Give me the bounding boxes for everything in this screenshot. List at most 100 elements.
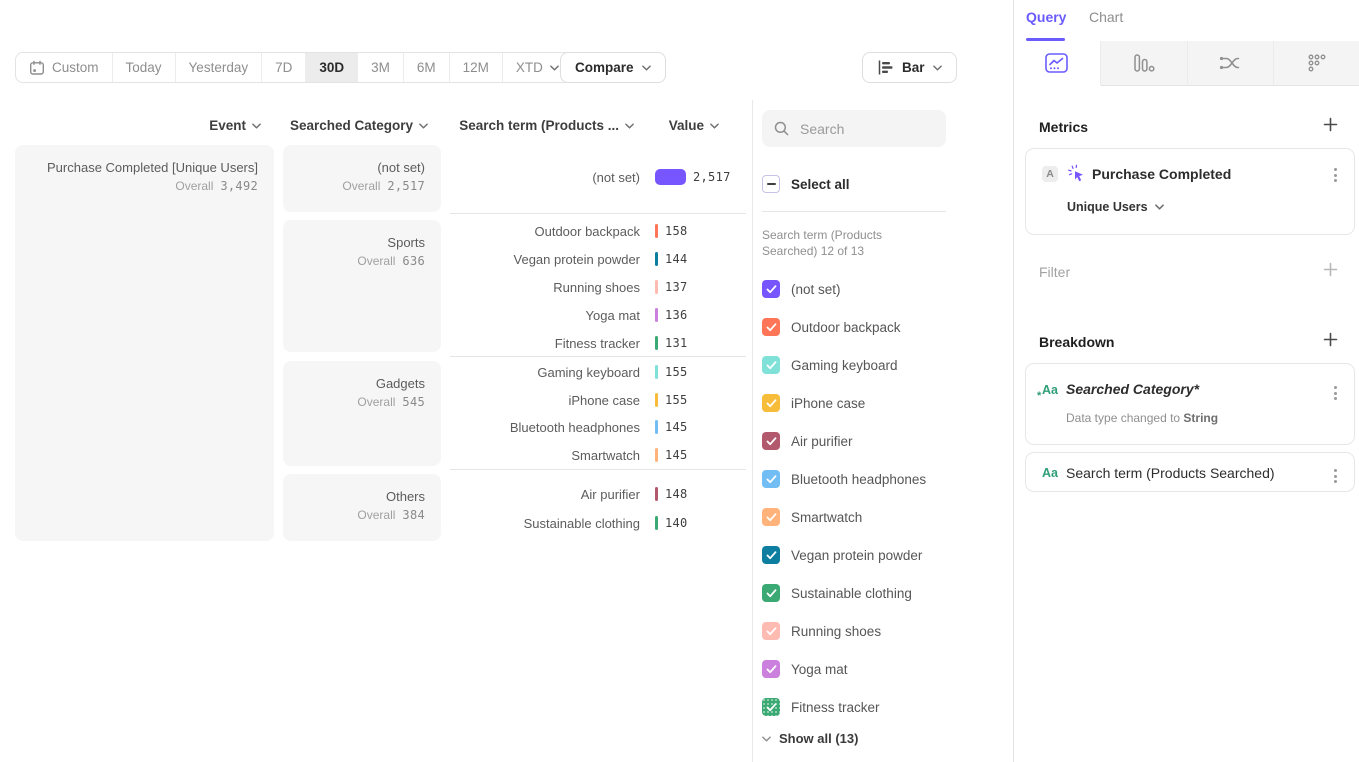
group-divider — [450, 469, 746, 470]
table-row-term: Fitness tracker — [450, 329, 640, 357]
checked-checkbox-icon — [762, 356, 780, 374]
filter-item[interactable]: Fitness tracker — [762, 688, 962, 726]
table-row-value: 144 — [655, 245, 688, 273]
show-all-button[interactable]: Show all (13) — [762, 731, 858, 746]
column-header-searched-category[interactable]: Searched Category — [283, 117, 428, 134]
breakdown-card[interactable]: Aa* Searched Category* Data type changed… — [1025, 363, 1355, 445]
metric-name: Purchase Completed — [1092, 166, 1231, 182]
checked-checkbox-icon — [762, 318, 780, 336]
date-range-7d[interactable]: 7D — [262, 53, 306, 82]
bar-chart-icon — [877, 59, 894, 76]
table-row-value: 137 — [655, 273, 688, 301]
metric-options-kebab-icon[interactable] — [1332, 166, 1339, 184]
tab-flows[interactable] — [1188, 41, 1275, 86]
metrics-section-title: Metrics — [1039, 119, 1088, 135]
table-row-term: Outdoor backpack — [450, 217, 640, 245]
filter-item[interactable]: (not set) — [762, 270, 962, 308]
breakdown-options-kebab-icon[interactable] — [1332, 384, 1339, 402]
tab-funnels[interactable] — [1101, 41, 1188, 86]
filter-item[interactable]: Smartwatch — [762, 498, 962, 536]
category-cell: (not set) Overall2,517 — [283, 145, 441, 212]
column-header-value[interactable]: Value — [655, 117, 719, 134]
breakdown-options-kebab-icon[interactable] — [1332, 467, 1339, 485]
date-range-yesterday[interactable]: Yesterday — [176, 53, 263, 82]
chevron-down-icon — [762, 736, 771, 742]
add-breakdown-button[interactable] — [1323, 332, 1338, 347]
table-row-term: Gaming keyboard — [450, 358, 640, 386]
checked-checkbox-icon — [762, 584, 780, 602]
metric-card[interactable]: A Purchase Completed Unique Users — [1025, 148, 1355, 235]
filter-item[interactable]: Yoga mat — [762, 650, 962, 688]
add-filter-button[interactable] — [1323, 262, 1338, 277]
value-bar — [655, 169, 686, 185]
date-range-custom[interactable]: Custom — [16, 53, 113, 82]
date-range-6m[interactable]: 6M — [404, 53, 450, 82]
tab-chart[interactable]: Chart — [1089, 9, 1123, 25]
filter-item[interactable]: Sustainable clothing — [762, 574, 962, 612]
query-sidebar: Query Chart — [1013, 0, 1359, 762]
insights-icon — [1045, 53, 1068, 73]
chevron-down-icon — [710, 123, 719, 129]
category-cell: Others Overall384 — [283, 474, 441, 541]
funnels-icon — [1133, 53, 1155, 73]
tab-query[interactable]: Query — [1026, 9, 1066, 25]
column-header-event[interactable]: Event — [15, 117, 261, 134]
filter-item[interactable]: Vegan protein powder — [762, 536, 962, 574]
table-row-term: Air purifier — [450, 480, 640, 508]
tab-retention[interactable] — [1274, 41, 1359, 86]
checked-checkbox-icon — [762, 622, 780, 640]
table-row-term: Sustainable clothing — [450, 509, 640, 537]
table-row-term: Smartwatch — [450, 441, 640, 469]
date-range-today[interactable]: Today — [113, 53, 176, 82]
value-bar — [655, 487, 658, 501]
search-box — [762, 110, 946, 147]
string-property-icon: Aa* — [1042, 383, 1058, 397]
value-bar — [655, 365, 658, 379]
table-row-value: 155 — [655, 358, 688, 386]
compare-button[interactable]: Compare — [560, 52, 666, 83]
value-bar — [655, 252, 658, 266]
tab-insights-active[interactable] — [1014, 41, 1101, 86]
filter-item[interactable]: Bluetooth headphones — [762, 460, 962, 498]
filter-item[interactable]: Gaming keyboard — [762, 346, 962, 384]
filter-item[interactable]: Outdoor backpack — [762, 308, 962, 346]
date-range-30d-selected[interactable]: 30D — [306, 53, 358, 82]
date-range-12m[interactable]: 12M — [450, 53, 503, 82]
filter-item[interactable]: Running shoes — [762, 612, 962, 650]
calendar-icon — [29, 60, 45, 76]
event-overall: Overall3,492 — [31, 179, 258, 193]
filter-divider — [762, 211, 946, 212]
table-row-value: 145 — [655, 441, 688, 469]
series-letter-badge: A — [1042, 166, 1058, 182]
select-all-checkbox[interactable]: Select all — [762, 175, 850, 193]
column-header-search-term[interactable]: Search term (Products ... — [450, 117, 634, 134]
value-bar — [655, 224, 658, 238]
filter-list-label: Search term (Products Searched) 12 of 13 — [762, 227, 940, 259]
chart-type-button[interactable]: Bar — [862, 52, 957, 83]
app-window: Custom Today Yesterday 7D 30D 3M 6M 12M … — [0, 0, 1359, 762]
add-metric-button[interactable] — [1323, 117, 1338, 132]
table-row-term: iPhone case — [450, 386, 640, 414]
event-cell: Purchase Completed [Unique Users] Overal… — [15, 145, 274, 541]
breakdown-card[interactable]: Aa Search term (Products Searched) — [1025, 452, 1355, 492]
report-type-tabs — [1014, 41, 1359, 86]
date-range-3m[interactable]: 3M — [358, 53, 404, 82]
filter-item[interactable]: Air purifier — [762, 422, 962, 460]
table-row-value: 131 — [655, 329, 688, 357]
chevron-down-icon — [550, 65, 559, 71]
retention-icon — [1307, 53, 1327, 73]
breakdown-section-title: Breakdown — [1039, 334, 1114, 350]
search-input[interactable] — [798, 120, 934, 138]
table-row-term: Bluetooth headphones — [450, 413, 640, 441]
chevron-down-icon — [1155, 204, 1164, 210]
filter-item[interactable]: iPhone case — [762, 384, 962, 422]
measure-dropdown[interactable]: Unique Users — [1067, 200, 1164, 214]
value-bar — [655, 308, 658, 322]
chevron-down-icon — [252, 123, 261, 129]
breakdown-property-name: Search term (Products Searched) — [1066, 465, 1275, 481]
value-bar — [655, 280, 658, 294]
event-click-icon — [1067, 164, 1086, 183]
value-bar — [655, 393, 658, 407]
filter-section-title: Filter — [1039, 264, 1070, 280]
checked-checkbox-icon — [762, 508, 780, 526]
